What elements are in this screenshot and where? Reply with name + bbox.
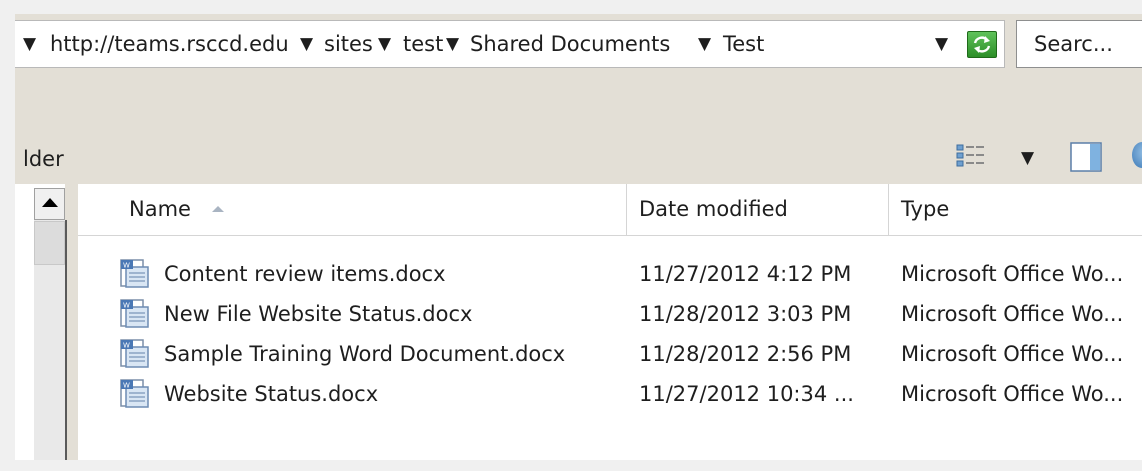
file-name: Website Status.docx — [164, 382, 379, 406]
column-header-type[interactable]: Type — [889, 184, 1142, 236]
column-header-type-label: Type — [901, 197, 950, 221]
help-icon[interactable] — [1132, 142, 1142, 168]
svg-text:W: W — [123, 302, 130, 310]
column-header-name-label: Name — [129, 197, 191, 221]
refresh-go-icon[interactable] — [967, 31, 997, 58]
breadcrumb-arrow-icon[interactable]: ▼ — [23, 31, 36, 57]
breadcrumb-arrow-icon[interactable]: ▼ — [446, 31, 459, 57]
breadcrumb-current[interactable]: Test — [723, 32, 764, 56]
search-placeholder: Searc... — [1034, 32, 1113, 56]
word-document-icon: W — [118, 258, 152, 294]
file-type: Microsoft Office Wo... — [901, 262, 1124, 286]
file-row[interactable]: W Content review items.docx 11/27/2012 4… — [78, 254, 1142, 294]
search-input[interactable]: Searc... — [1016, 20, 1142, 68]
breadcrumb-root[interactable]: http://teams.rsccd.edu — [50, 32, 289, 56]
preview-pane-icon[interactable] — [1070, 142, 1102, 176]
file-row[interactable]: W Website Status.docx 11/27/2012 10:34 .… — [78, 374, 1142, 414]
file-date-modified: 11/28/2012 3:03 PM — [639, 302, 852, 326]
views-dropdown-icon[interactable]: ▼ — [1021, 148, 1034, 168]
file-row[interactable]: W Sample Training Word Document.docx 11/… — [78, 334, 1142, 374]
scroll-up-button[interactable] — [34, 188, 65, 220]
scrollbar-thumb[interactable] — [34, 221, 65, 265]
file-name: New File Website Status.docx — [164, 302, 473, 326]
column-header-date-modified[interactable]: Date modified — [627, 184, 889, 236]
breadcrumb-test[interactable]: test — [403, 32, 443, 56]
file-type: Microsoft Office Wo... — [901, 302, 1124, 326]
address-field[interactable]: ▼ http://teams.rsccd.edu ▼ sites ▼ test … — [15, 20, 1005, 68]
breadcrumb-shared-documents[interactable]: Shared Documents — [470, 32, 670, 56]
pane-divider[interactable] — [65, 220, 67, 460]
file-row[interactable]: W New File Website Status.docx 11/28/201… — [78, 294, 1142, 334]
breadcrumb-sites[interactable]: sites — [324, 32, 373, 56]
column-header-name[interactable]: Name — [78, 184, 627, 236]
file-date-modified: 11/28/2012 2:56 PM — [639, 342, 852, 366]
address-history-dropdown-icon[interactable]: ▼ — [935, 31, 948, 57]
svg-text:W: W — [123, 342, 130, 350]
new-folder-button[interactable]: lder — [23, 146, 64, 172]
svg-text:W: W — [123, 382, 130, 390]
sort-ascending-icon — [212, 206, 224, 212]
word-document-icon: W — [118, 298, 152, 334]
word-document-icon: W — [118, 378, 152, 414]
file-type: Microsoft Office Wo... — [901, 382, 1124, 406]
file-name: Content review items.docx — [164, 262, 446, 286]
column-header-date-label: Date modified — [639, 197, 788, 221]
file-date-modified: 11/27/2012 10:34 ... — [639, 382, 854, 406]
breadcrumb-arrow-icon[interactable]: ▼ — [300, 31, 313, 57]
word-document-icon: W — [118, 338, 152, 374]
svg-text:W: W — [123, 262, 130, 270]
file-list: Name Date modified Type W Content review… — [78, 184, 1142, 460]
file-name: Sample Training Word Document.docx — [164, 342, 566, 366]
address-bar: ▼ http://teams.rsccd.edu ▼ sites ▼ test … — [15, 20, 1142, 68]
file-date-modified: 11/27/2012 4:12 PM — [639, 262, 852, 286]
breadcrumb-arrow-icon[interactable]: ▼ — [378, 31, 391, 57]
file-type: Microsoft Office Wo... — [901, 342, 1124, 366]
breadcrumb-arrow-icon[interactable]: ▼ — [698, 31, 711, 57]
explorer-window: ▼ http://teams.rsccd.edu ▼ sites ▼ test … — [15, 14, 1142, 460]
details-view-icon[interactable] — [956, 143, 988, 175]
